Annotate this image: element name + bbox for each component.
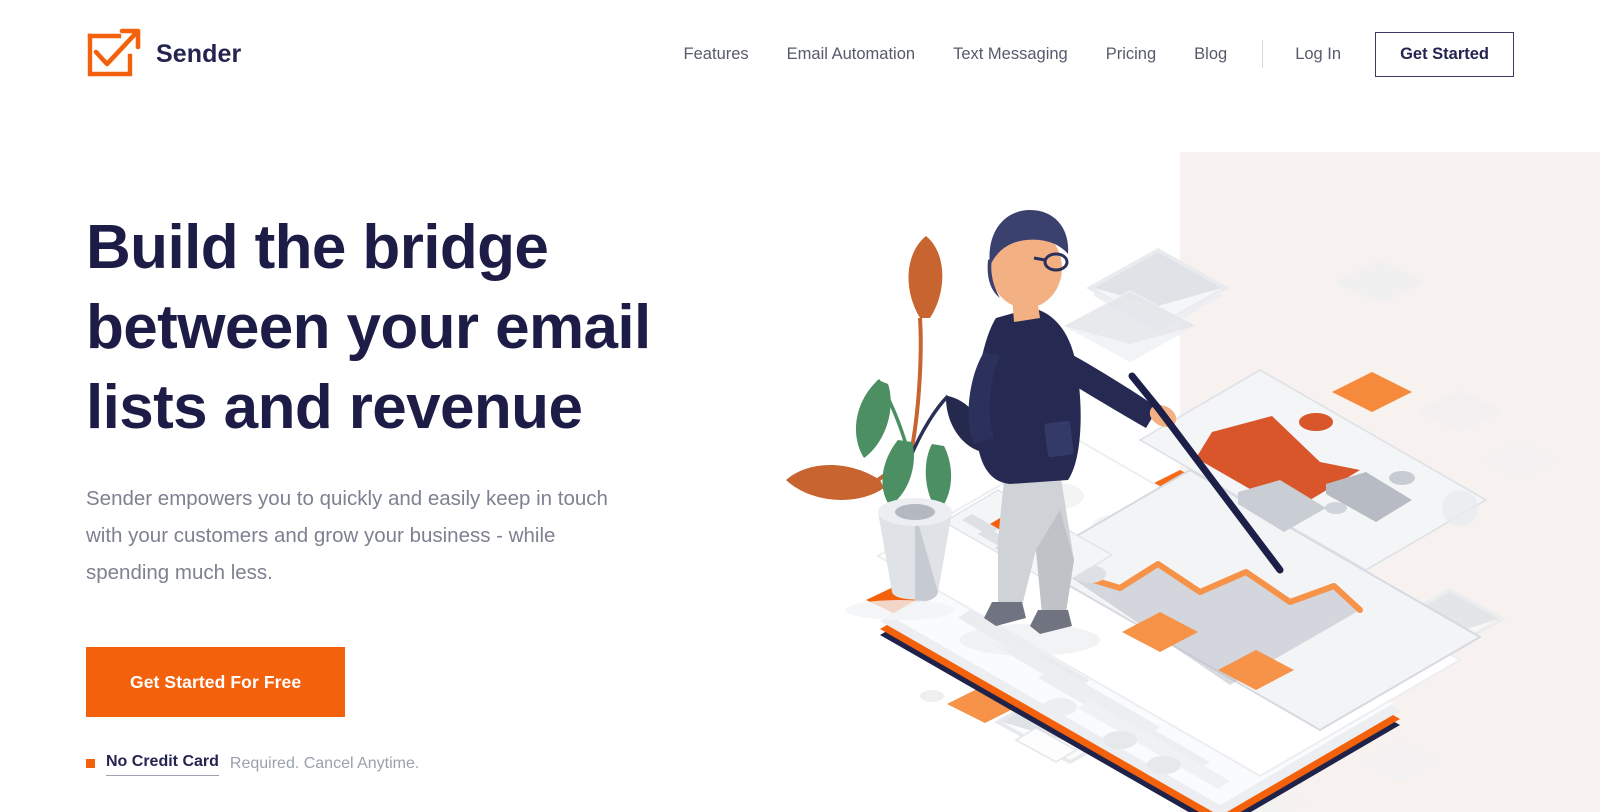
hero-heading: Build the bridge between your email list… bbox=[86, 213, 651, 442]
nav-divider bbox=[1262, 40, 1264, 68]
get-started-button[interactable]: Get Started bbox=[1375, 31, 1514, 77]
note-remainder: Required. Cancel Anytime. bbox=[229, 754, 420, 772]
get-started-for-free-button[interactable]: Get Started For Free bbox=[86, 647, 346, 717]
bullet-square-icon bbox=[86, 759, 95, 768]
hero-section: Build the bridge between your email list… bbox=[86, 208, 726, 776]
no-credit-card-note: No Credit Card Required. Cancel Anytime. bbox=[86, 751, 726, 776]
hero-subtitle: Sender empowers you to quickly and easil… bbox=[86, 487, 608, 584]
nav-item-features[interactable]: Features bbox=[665, 32, 768, 76]
isometric-analyst-dashboard-illustration bbox=[760, 140, 1600, 812]
nav-item-text-messaging[interactable]: Text Messaging bbox=[934, 32, 1087, 76]
brand-name: Sender bbox=[156, 39, 242, 68]
nav-item-email-automation[interactable]: Email Automation bbox=[768, 32, 934, 76]
brand-logo-link[interactable]: Sender bbox=[86, 28, 241, 80]
note-emphasis: No Credit Card bbox=[106, 751, 219, 776]
login-link[interactable]: Log In bbox=[1279, 32, 1357, 76]
site-header: Sender Features Email Automation Text Me… bbox=[0, 0, 1600, 110]
main-navigation: Features Email Automation Text Messaging… bbox=[665, 31, 1514, 77]
nav-item-pricing[interactable]: Pricing bbox=[1087, 32, 1175, 76]
nav-item-blog[interactable]: Blog bbox=[1175, 32, 1246, 76]
landing-page: Sender Features Email Automation Text Me… bbox=[0, 0, 1600, 812]
envelope-check-arrow-icon bbox=[86, 28, 142, 80]
